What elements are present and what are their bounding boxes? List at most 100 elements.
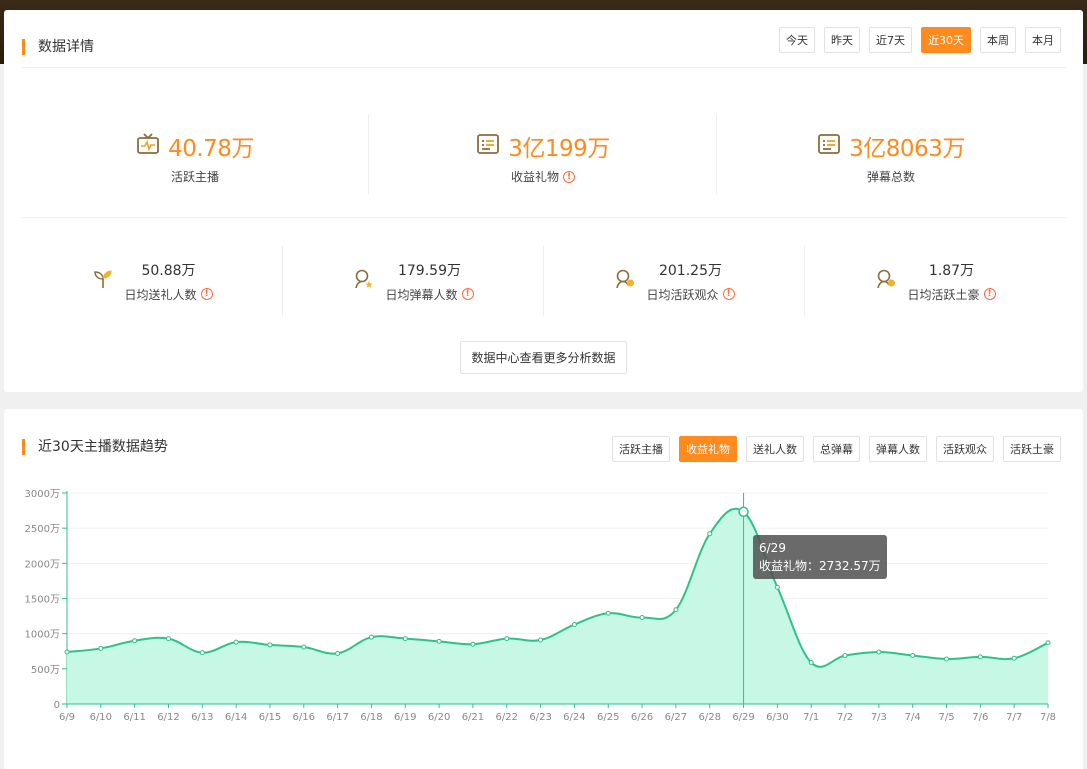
info-icon[interactable]: ! [563,170,575,183]
data-point [233,639,239,645]
data-point [402,636,408,642]
stat-label: 日均活跃土豪 [907,287,980,302]
x-tick-label: 7/1 [803,712,819,723]
list-icon [817,132,841,160]
stat-value: 201.25万 [658,262,722,279]
x-tick-label: 6/14 [225,712,247,723]
data-point [1045,640,1051,646]
data-point [707,531,713,537]
sprout-icon [92,268,114,294]
data-point [876,649,882,655]
x-tick-label: 6/24 [563,712,585,723]
range-tab-3[interactable]: 近30天 [921,27,971,53]
y-tick-label: 1500万 [25,595,60,606]
data-point [301,644,307,650]
stat-label: 日均送礼人数 [124,287,197,302]
y-tick-label: 500万 [31,665,60,676]
x-tick-label: 6/20 [428,712,450,723]
more-analytics-button[interactable]: 数据中心查看更多分析数据 [460,341,627,374]
tooltip-date: 6/29 [759,541,786,555]
x-tick-label: 6/16 [293,712,315,723]
stat-daily-gifters: 50.88万 日均送礼人数! [22,246,283,316]
data-point [842,652,848,658]
data-point [944,656,950,662]
data-point [605,610,611,616]
range-tab-0[interactable]: 今天 [779,27,815,53]
y-tick-label: 1000万 [25,630,60,641]
stat-gift-revenue: 3亿199万 收益礼物! [370,110,716,210]
data-point [199,650,205,656]
x-tick-label: 6/26 [631,712,653,723]
x-tick-label: 6/9 [59,712,75,723]
y-tick-label: 2000万 [25,559,60,570]
stat-daily-danmaku-users: 179.59万 日均弹幕人数! [283,246,544,316]
stat-value: 50.88万 [141,262,196,279]
data-point [165,636,171,642]
range-tab-5[interactable]: 本月 [1025,27,1061,53]
data-point [571,622,577,628]
stat-value: 1.87万 [928,262,975,279]
tooltip-value: 收益礼物：2732.57万 [759,559,881,573]
x-tick-label: 6/22 [496,712,518,723]
data-detail-card: 数据详情 今天 昨天 近7天 近30天 本周 本月 40.78万 活跃主播 3亿199万 … [4,10,1083,392]
range-tab-1[interactable]: 昨天 [824,27,860,53]
stat-value: 3亿199万 [508,136,610,162]
range-tabs: 今天 昨天 近7天 近30天 本周 本月 [770,27,1061,53]
info-icon[interactable]: ! [200,288,213,300]
users-icon [614,268,636,294]
y-tick-label: 3000万 [25,489,60,500]
range-tab-4[interactable]: 本周 [980,27,1016,53]
list-icon [476,132,500,160]
x-tick-label: 7/6 [972,712,988,723]
y-tick-label: 2500万 [25,524,60,535]
stat-label: 活跃主播 [170,170,219,184]
x-tick-label: 6/15 [259,712,281,723]
chart-tooltip: 6/29 收益礼物：2732.57万 [753,535,887,579]
x-tick-label: 6/10 [90,712,112,723]
data-point [98,645,104,651]
stat-label: 日均活跃观众 [646,287,719,302]
data-point [64,649,70,655]
info-icon[interactable]: ! [722,288,735,300]
x-tick-label: 6/23 [529,712,551,723]
separator [716,114,717,194]
data-point [132,638,138,644]
x-tick-label: 7/4 [905,712,921,723]
stat-danmaku-total: 3亿8063万 弹幕总数 [718,110,1064,210]
trend-chart: 0 500万 1000万 1500万 2000万 2500万 3000万 6/9 6/10 6/1… [25,489,1057,723]
card-title: 数据详情 [22,38,94,56]
x-tick-label: 6/28 [698,712,720,723]
data-point [335,650,341,656]
area-fill [67,508,1048,704]
stat-value: 3亿8063万 [849,136,965,162]
user-star-icon [353,268,375,294]
x-tick-label: 6/25 [597,712,619,723]
users-icon [875,268,897,294]
x-tick-label: 6/29 [732,712,754,723]
tv-icon [136,132,160,160]
trend-card: 近30天主播数据趋势 活跃主播 收益礼物 送礼人数 总弹幕 弹幕人数 活跃观众 活跃土豪 0… [4,409,1083,769]
stat-label: 收益礼物 [510,170,559,184]
info-icon[interactable]: ! [461,288,474,300]
data-point [910,652,916,658]
x-tick-label: 7/5 [938,712,954,723]
data-point [538,637,544,643]
x-tick-label: 6/30 [766,712,788,723]
data-point [977,654,983,660]
data-point [738,506,749,518]
stat-label: 日均弹幕人数 [385,287,458,302]
data-point [673,607,679,613]
stat-active-anchors: 40.78万 活跃主播 [22,110,368,210]
data-point [470,641,476,647]
x-tick-label: 6/17 [326,712,348,723]
x-tick-label: 6/12 [157,712,179,723]
x-tick-label: 6/13 [191,712,213,723]
data-point [639,614,645,620]
stat-value: 179.59万 [397,262,461,279]
data-point [808,660,814,666]
info-icon[interactable]: ! [983,288,996,300]
x-tick-label: 7/8 [1040,712,1056,723]
x-tick-label: 7/3 [871,712,887,723]
range-tab-2[interactable]: 近7天 [869,27,912,53]
x-tick-label: 7/2 [837,712,853,723]
